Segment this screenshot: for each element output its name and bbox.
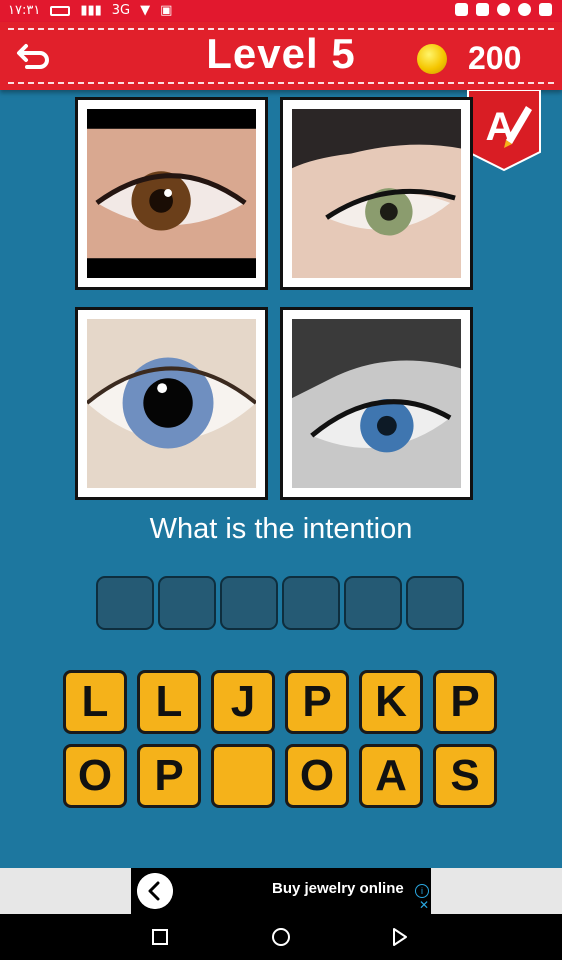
letter-hint-icon[interactable]: A xyxy=(466,90,542,172)
status-bar: ١٧:٣١ ▮▮▮ 3G ▼ ▣ xyxy=(0,0,562,22)
answer-slot[interactable] xyxy=(406,576,464,630)
system-nav-bar xyxy=(0,914,562,960)
puzzle-image-3 xyxy=(75,307,268,500)
ad-content[interactable]: Buy jewelry online i ✕ xyxy=(131,868,431,914)
back-triangle-icon[interactable] xyxy=(392,928,408,946)
green-eye-eyeliner-photo xyxy=(292,109,461,278)
wifi-icon: ▼ xyxy=(140,3,151,18)
ad-text[interactable]: Buy jewelry online xyxy=(272,880,404,897)
answer-slot[interactable] xyxy=(158,576,216,630)
app-notification-icon xyxy=(497,3,510,16)
battery-icon xyxy=(50,5,71,16)
game-header: Level 5 200 xyxy=(0,22,562,90)
letter-key[interactable]: A xyxy=(359,744,423,808)
answer-slot[interactable] xyxy=(220,576,278,630)
vibrate-icon: ▣ xyxy=(160,3,173,18)
puzzle-image-2 xyxy=(280,97,473,290)
blue-eye-closeup-photo xyxy=(87,319,256,488)
letter-key[interactable]: K xyxy=(359,670,423,734)
brown-eye-photo xyxy=(87,109,256,278)
answer-slot[interactable] xyxy=(96,576,154,630)
letter-key[interactable]: O xyxy=(63,744,127,808)
letter-key[interactable]: P xyxy=(433,670,497,734)
ad-info-icon[interactable]: i xyxy=(415,884,429,898)
blue-eye-black-and-white-photo xyxy=(292,319,461,488)
puzzle-image-4 xyxy=(280,307,473,500)
signal-icon: ▮▮▮ xyxy=(80,3,102,18)
network-type: 3G xyxy=(111,3,131,18)
puzzle-image-1 xyxy=(75,97,268,290)
letter-key[interactable]: O xyxy=(285,744,349,808)
message-icon xyxy=(476,3,489,16)
ad-close-icon[interactable]: ✕ xyxy=(419,899,429,911)
letter-key[interactable]: L xyxy=(137,670,201,734)
letter-key[interactable]: P xyxy=(285,670,349,734)
letter-key[interactable]: L xyxy=(63,670,127,734)
letter-key-blank[interactable] xyxy=(211,744,275,808)
ad-banner: Buy jewelry online i ✕ xyxy=(0,868,562,914)
chevron-left-icon[interactable] xyxy=(137,873,173,909)
answer-slot[interactable] xyxy=(282,576,340,630)
messenger-icon xyxy=(518,3,531,16)
status-time: ١٧:٣١ xyxy=(8,3,41,18)
letter-key[interactable]: P xyxy=(137,744,201,808)
question-text: What is the intention xyxy=(149,513,413,545)
recents-icon[interactable] xyxy=(152,929,168,945)
home-icon[interactable] xyxy=(271,927,291,947)
answer-slot[interactable] xyxy=(344,576,402,630)
coin-balance: 200 xyxy=(468,40,522,76)
coin-icon xyxy=(417,44,447,74)
lock-icon xyxy=(455,3,468,16)
letter-key[interactable]: S xyxy=(433,744,497,808)
image-icon xyxy=(539,3,552,16)
letter-key[interactable]: J xyxy=(211,670,275,734)
